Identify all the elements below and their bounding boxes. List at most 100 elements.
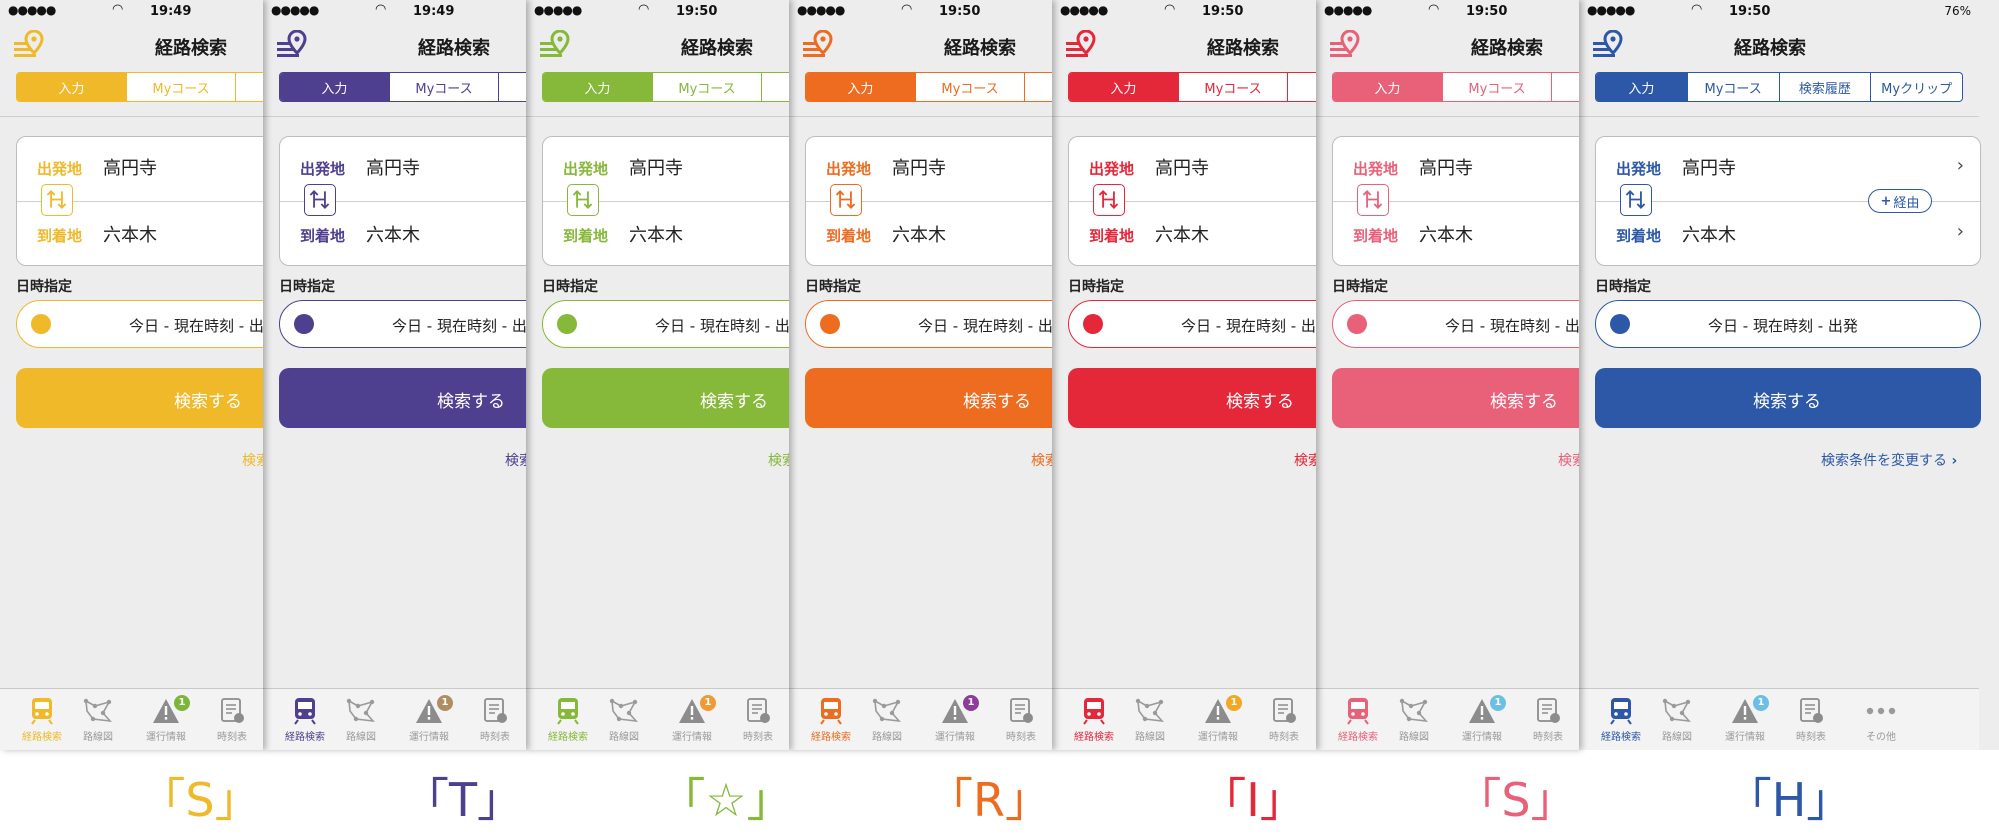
swap-button[interactable] — [567, 184, 599, 216]
status-bar: ●●●●● ◠ 19:50 76% — [1579, 0, 1979, 24]
to-label: 到着地 — [1089, 227, 1135, 245]
datetime-field[interactable]: 今日 - 現在時刻 - 出 — [1068, 300, 1316, 348]
tab-more[interactable]: その他 — [525, 697, 526, 743]
to-station[interactable]: 六本木 — [629, 221, 683, 247]
from-label: 出発地 — [826, 160, 872, 178]
change-conditions-link[interactable]: 検索条件を変更する › — [1821, 450, 1957, 470]
tab-timetable[interactable]: 時刻表 — [1508, 697, 1579, 743]
swap-button[interactable] — [1093, 184, 1125, 216]
segment-tab[interactable]: Myコース — [127, 73, 237, 101]
swap-button[interactable] — [830, 184, 862, 216]
datetime-field[interactable]: 今日 - 現在時刻 - 出 — [805, 300, 1052, 348]
route-map-icon — [609, 698, 638, 723]
train-icon — [557, 698, 579, 725]
segment-tab[interactable]: 検索 — [762, 73, 789, 101]
tab-more[interactable]: その他 — [1841, 697, 1921, 743]
from-station[interactable]: 高円寺 — [1155, 154, 1209, 180]
datetime-field[interactable]: 今日 - 現在時刻 - 出 — [279, 300, 526, 348]
swap-button[interactable] — [1620, 184, 1652, 216]
to-station[interactable]: 六本木 — [103, 221, 157, 247]
swap-button[interactable] — [304, 184, 336, 216]
tab-label: 時刻表 — [1796, 732, 1826, 743]
segment-tab[interactable]: Myクリップ — [1871, 73, 1962, 101]
change-conditions-link[interactable]: 検索 — [1031, 450, 1052, 470]
from-station[interactable]: 高円寺 — [1419, 154, 1473, 180]
datetime-field[interactable]: 今日 - 現在時刻 - 出 — [16, 300, 263, 348]
search-button[interactable]: 検索する — [1332, 368, 1579, 428]
segment-tab[interactable]: Myコース — [390, 73, 500, 101]
datetime-field[interactable]: 今日 - 現在時刻 - 出 — [542, 300, 789, 348]
from-station[interactable]: 高円寺 — [103, 154, 157, 180]
segment-tab[interactable]: 入力 — [1069, 73, 1179, 101]
train-icon — [31, 698, 53, 725]
to-station[interactable]: 六本木 — [892, 221, 946, 247]
tab-more[interactable]: その他 — [788, 697, 789, 743]
app-logo-icon — [1066, 30, 1096, 57]
segment-tab[interactable]: Myコース — [916, 73, 1026, 101]
tab-more[interactable]: その他 — [1578, 697, 1579, 743]
segment-tab[interactable]: 検索履歴 — [1780, 73, 1872, 101]
search-button[interactable]: 検索する — [805, 368, 1052, 428]
segment-tab[interactable]: 入力 — [17, 73, 127, 101]
from-station[interactable]: 高円寺 — [366, 154, 420, 180]
tab-timetable[interactable]: 時刻表 — [718, 697, 789, 743]
change-conditions-link[interactable]: 検索 — [1294, 450, 1316, 470]
search-button[interactable]: 検索する — [1068, 368, 1316, 428]
segment-tab[interactable]: 検索 — [1288, 73, 1316, 101]
segment-tab[interactable]: 入力 — [1596, 73, 1688, 101]
swap-button[interactable] — [41, 184, 73, 216]
datetime-field[interactable]: 今日 - 現在時刻 - 出発 — [1595, 300, 1981, 348]
segment-tab[interactable]: Myコース — [653, 73, 763, 101]
change-conditions-link[interactable]: 検索 — [1558, 450, 1579, 470]
to-station[interactable]: 六本木 — [1155, 221, 1209, 247]
segment-tab[interactable]: 入力 — [280, 73, 390, 101]
route-map-icon — [1662, 698, 1691, 723]
tab-more[interactable]: その他 — [1051, 697, 1052, 743]
segment-tab[interactable]: Myコース — [1443, 73, 1553, 101]
change-conditions-link[interactable]: 検索 — [768, 450, 789, 470]
swap-button[interactable] — [1357, 184, 1389, 216]
segment-tab[interactable]: 入力 — [543, 73, 653, 101]
segment-tab[interactable]: 検索 — [1025, 73, 1052, 101]
from-station[interactable]: 高円寺 — [629, 154, 683, 180]
segment-tab[interactable]: 検索 — [1552, 73, 1579, 101]
tab-more[interactable]: その他 — [1314, 697, 1316, 743]
change-conditions-link[interactable]: 検索 — [242, 450, 263, 470]
segment-tab[interactable]: 入力 — [806, 73, 916, 101]
segment-tab[interactable]: 入力 — [1333, 73, 1443, 101]
tab-timetable[interactable]: 時刻表 — [1244, 697, 1316, 743]
datetime-value: 今日 - 現在時刻 - 出発 — [1708, 317, 1858, 335]
screens-strip: ●●●●●◠19:49経路検索入力Myコース検索出発地高円寺到着地六本木日時指定… — [0, 0, 1999, 750]
to-station[interactable]: 六本木 — [1682, 221, 1736, 247]
tab-timetable[interactable]: 時刻表 — [1771, 697, 1851, 743]
search-button[interactable]: 検索する — [16, 368, 263, 428]
search-button[interactable]: 検索する — [542, 368, 789, 428]
phone-screen: ●●●●●◠19:49経路検索入力Myコース検索出発地高円寺到着地六本木日時指定… — [263, 0, 526, 750]
divider — [1316, 116, 1579, 117]
to-station[interactable]: 六本木 — [1419, 221, 1473, 247]
search-button[interactable]: 検索する — [1595, 368, 1981, 428]
from-station[interactable]: 高円寺 — [892, 154, 946, 180]
from-station[interactable]: 高円寺 — [1682, 154, 1736, 180]
segment-tab[interactable]: Myコース — [1179, 73, 1289, 101]
to-station[interactable]: 六本木 — [366, 221, 420, 247]
tab-more[interactable]: その他 — [262, 697, 263, 743]
add-via-button[interactable]: + 経由 — [1868, 189, 1932, 213]
tab-timetable[interactable]: 時刻表 — [455, 697, 526, 743]
clock-icon — [1083, 314, 1103, 334]
segment-tab[interactable]: 検索 — [236, 73, 263, 101]
change-conditions-label: 検索 — [1294, 453, 1316, 469]
from-label: 出発地 — [1616, 160, 1662, 178]
tab-timetable[interactable]: 時刻表 — [981, 697, 1052, 743]
tab-bar: 経路検索路線図1運行情報時刻表その他 — [263, 688, 526, 750]
status-time: 19:50 — [939, 4, 981, 19]
segment-tab[interactable]: Myコース — [1688, 73, 1780, 101]
tab-timetable[interactable]: 時刻表 — [192, 697, 263, 743]
datetime-field[interactable]: 今日 - 現在時刻 - 出 — [1332, 300, 1579, 348]
search-button[interactable]: 検索する — [279, 368, 526, 428]
change-conditions-link[interactable]: 検索 — [505, 450, 526, 470]
wifi-icon: ◠ — [1691, 2, 1703, 17]
clock-icon — [31, 314, 51, 334]
swap-arrows-icon — [309, 190, 330, 209]
segment-tab[interactable]: 検索 — [499, 73, 526, 101]
